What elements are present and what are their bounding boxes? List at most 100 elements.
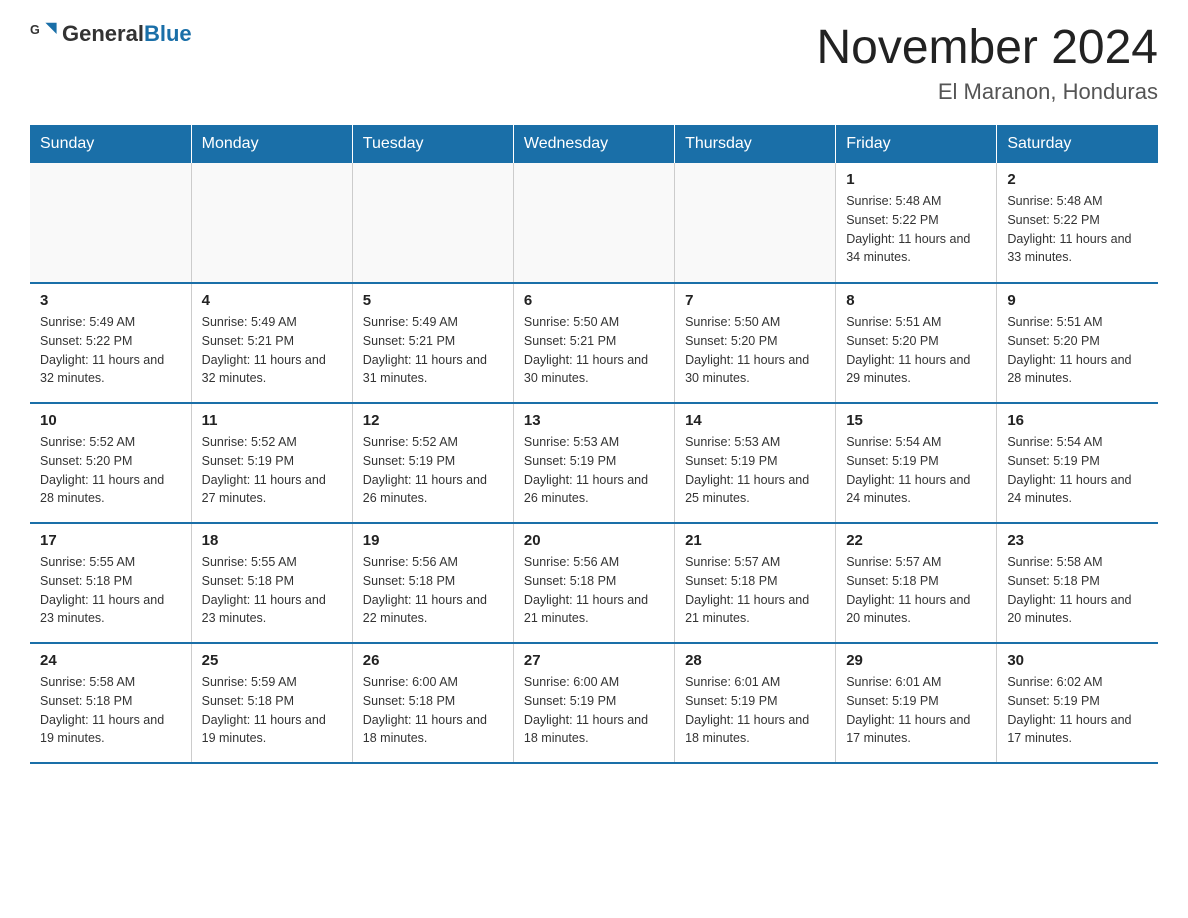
calendar-day-cell: 8 Sunrise: 5:51 AMSunset: 5:20 PMDaylight… (836, 283, 997, 403)
header-monday: Monday (191, 125, 352, 163)
calendar-day-cell: 1 Sunrise: 5:48 AMSunset: 5:22 PMDaylight… (836, 163, 997, 283)
header-friday: Friday (836, 125, 997, 163)
calendar-day-cell: 3 Sunrise: 5:49 AMSunset: 5:22 PMDaylight… (30, 283, 191, 403)
calendar-week-row: 24 Sunrise: 5:58 AMSunset: 5:18 PMDayligh… (30, 643, 1158, 763)
calendar-header-row: Sunday Monday Tuesday Wednesday Thursday… (30, 125, 1158, 163)
day-info: Sunrise: 5:55 AMSunset: 5:18 PMDaylight:… (40, 553, 181, 628)
day-number: 4 (202, 292, 342, 309)
day-number: 30 (1007, 652, 1148, 669)
calendar-day-cell: 14Sunrise: 5:53 AMSunset: 5:19 PMDayligh… (675, 403, 836, 523)
calendar-day-cell: 17 Sunrise: 5:55 AMSunset: 5:18 PMDayligh… (30, 523, 191, 643)
day-info: Sunrise: 5:50 AMSunset: 5:20 PMDaylight:… (685, 313, 825, 388)
day-number: 13 (524, 412, 664, 429)
calendar-day-cell: 20 Sunrise: 5:56 AMSunset: 5:18 PMDayligh… (513, 523, 674, 643)
calendar-day-cell: 4 Sunrise: 5:49 AMSunset: 5:21 PMDaylight… (191, 283, 352, 403)
day-info: Sunrise: 5:56 AMSunset: 5:18 PMDaylight:… (363, 553, 503, 628)
day-info: Sunrise: 5:53 AMSunset: 5:19 PMDaylight:… (685, 433, 825, 508)
page-header: G GeneralBlue November 2024 El Maranon, … (30, 20, 1158, 105)
calendar-title: November 2024 (816, 20, 1158, 75)
calendar-week-row: 1 Sunrise: 5:48 AMSunset: 5:22 PMDaylight… (30, 163, 1158, 283)
day-info: Sunrise: 5:52 AMSunset: 5:20 PMDaylight:… (40, 433, 181, 508)
day-info: Sunrise: 5:54 AMSunset: 5:19 PMDaylight:… (1007, 433, 1148, 508)
day-info: Sunrise: 6:01 AMSunset: 5:19 PMDaylight:… (685, 673, 825, 748)
header-thursday: Thursday (675, 125, 836, 163)
day-info: Sunrise: 5:51 AMSunset: 5:20 PMDaylight:… (846, 313, 986, 388)
svg-text:G: G (30, 23, 40, 37)
day-number: 27 (524, 652, 664, 669)
calendar-day-cell: 25 Sunrise: 5:59 AMSunset: 5:18 PMDayligh… (191, 643, 352, 763)
day-number: 15 (846, 412, 986, 429)
day-number: 6 (524, 292, 664, 309)
day-info: Sunrise: 5:58 AMSunset: 5:18 PMDaylight:… (1007, 553, 1148, 628)
calendar-day-cell: 24 Sunrise: 5:58 AMSunset: 5:18 PMDayligh… (30, 643, 191, 763)
day-number: 11 (202, 412, 342, 429)
day-number: 12 (363, 412, 503, 429)
day-number: 22 (846, 532, 986, 549)
day-info: Sunrise: 5:59 AMSunset: 5:18 PMDaylight:… (202, 673, 342, 748)
day-info: Sunrise: 5:50 AMSunset: 5:21 PMDaylight:… (524, 313, 664, 388)
header-sunday: Sunday (30, 125, 191, 163)
day-number: 7 (685, 292, 825, 309)
calendar-day-cell (675, 163, 836, 283)
calendar-week-row: 10 Sunrise: 5:52 AMSunset: 5:20 PMDayligh… (30, 403, 1158, 523)
header-saturday: Saturday (997, 125, 1158, 163)
calendar-day-cell: 7 Sunrise: 5:50 AMSunset: 5:20 PMDaylight… (675, 283, 836, 403)
calendar-day-cell: 23 Sunrise: 5:58 AMSunset: 5:18 PMDayligh… (997, 523, 1158, 643)
day-number: 1 (846, 171, 986, 188)
day-info: Sunrise: 5:53 AMSunset: 5:19 PMDaylight:… (524, 433, 664, 508)
day-info: Sunrise: 5:48 AMSunset: 5:22 PMDaylight:… (1007, 192, 1148, 267)
calendar-table: Sunday Monday Tuesday Wednesday Thursday… (30, 125, 1158, 764)
day-info: Sunrise: 6:02 AMSunset: 5:19 PMDaylight:… (1007, 673, 1148, 748)
calendar-day-cell: 9Sunrise: 5:51 AMSunset: 5:20 PMDaylight… (997, 283, 1158, 403)
calendar-day-cell: 18Sunrise: 5:55 AMSunset: 5:18 PMDayligh… (191, 523, 352, 643)
day-info: Sunrise: 5:54 AMSunset: 5:19 PMDaylight:… (846, 433, 986, 508)
day-info: Sunrise: 5:49 AMSunset: 5:21 PMDaylight:… (202, 313, 342, 388)
day-info: Sunrise: 5:49 AMSunset: 5:21 PMDaylight:… (363, 313, 503, 388)
day-info: Sunrise: 6:01 AMSunset: 5:19 PMDaylight:… (846, 673, 986, 748)
calendar-day-cell: 5 Sunrise: 5:49 AMSunset: 5:21 PMDaylight… (352, 283, 513, 403)
day-info: Sunrise: 5:56 AMSunset: 5:18 PMDaylight:… (524, 553, 664, 628)
day-info: Sunrise: 6:00 AMSunset: 5:18 PMDaylight:… (363, 673, 503, 748)
day-number: 21 (685, 532, 825, 549)
calendar-day-cell: 10 Sunrise: 5:52 AMSunset: 5:20 PMDayligh… (30, 403, 191, 523)
day-info: Sunrise: 5:52 AMSunset: 5:19 PMDaylight:… (363, 433, 503, 508)
day-number: 26 (363, 652, 503, 669)
day-info: Sunrise: 5:58 AMSunset: 5:18 PMDaylight:… (40, 673, 181, 748)
day-number: 25 (202, 652, 342, 669)
day-info: Sunrise: 5:48 AMSunset: 5:22 PMDaylight:… (846, 192, 986, 267)
calendar-day-cell: 21 Sunrise: 5:57 AMSunset: 5:18 PMDayligh… (675, 523, 836, 643)
calendar-day-cell (513, 163, 674, 283)
day-number: 3 (40, 292, 181, 309)
day-number: 2 (1007, 171, 1148, 188)
day-number: 20 (524, 532, 664, 549)
day-number: 10 (40, 412, 181, 429)
day-number: 19 (363, 532, 503, 549)
day-number: 28 (685, 652, 825, 669)
day-number: 17 (40, 532, 181, 549)
day-info: Sunrise: 5:49 AMSunset: 5:22 PMDaylight:… (40, 313, 181, 388)
calendar-day-cell: 27Sunrise: 6:00 AMSunset: 5:19 PMDayligh… (513, 643, 674, 763)
title-block: November 2024 El Maranon, Honduras (816, 20, 1158, 105)
calendar-day-cell: 22Sunrise: 5:57 AMSunset: 5:18 PMDayligh… (836, 523, 997, 643)
header-wednesday: Wednesday (513, 125, 674, 163)
day-number: 24 (40, 652, 181, 669)
logo-blue: Blue (144, 21, 192, 46)
day-number: 8 (846, 292, 986, 309)
logo[interactable]: G GeneralBlue (30, 20, 192, 48)
calendar-week-row: 17 Sunrise: 5:55 AMSunset: 5:18 PMDayligh… (30, 523, 1158, 643)
day-info: Sunrise: 5:52 AMSunset: 5:19 PMDaylight:… (202, 433, 342, 508)
calendar-day-cell: 6 Sunrise: 5:50 AMSunset: 5:21 PMDaylight… (513, 283, 674, 403)
day-number: 16 (1007, 412, 1148, 429)
day-number: 9 (1007, 292, 1148, 309)
calendar-day-cell: 2 Sunrise: 5:48 AMSunset: 5:22 PMDaylight… (997, 163, 1158, 283)
day-number: 23 (1007, 532, 1148, 549)
location-subtitle: El Maranon, Honduras (816, 79, 1158, 105)
day-number: 5 (363, 292, 503, 309)
calendar-day-cell: 30 Sunrise: 6:02 AMSunset: 5:19 PMDayligh… (997, 643, 1158, 763)
calendar-day-cell: 13 Sunrise: 5:53 AMSunset: 5:19 PMDayligh… (513, 403, 674, 523)
calendar-day-cell (30, 163, 191, 283)
calendar-week-row: 3 Sunrise: 5:49 AMSunset: 5:22 PMDaylight… (30, 283, 1158, 403)
calendar-day-cell (191, 163, 352, 283)
day-info: Sunrise: 5:57 AMSunset: 5:18 PMDaylight:… (685, 553, 825, 628)
calendar-day-cell: 26 Sunrise: 6:00 AMSunset: 5:18 PMDayligh… (352, 643, 513, 763)
